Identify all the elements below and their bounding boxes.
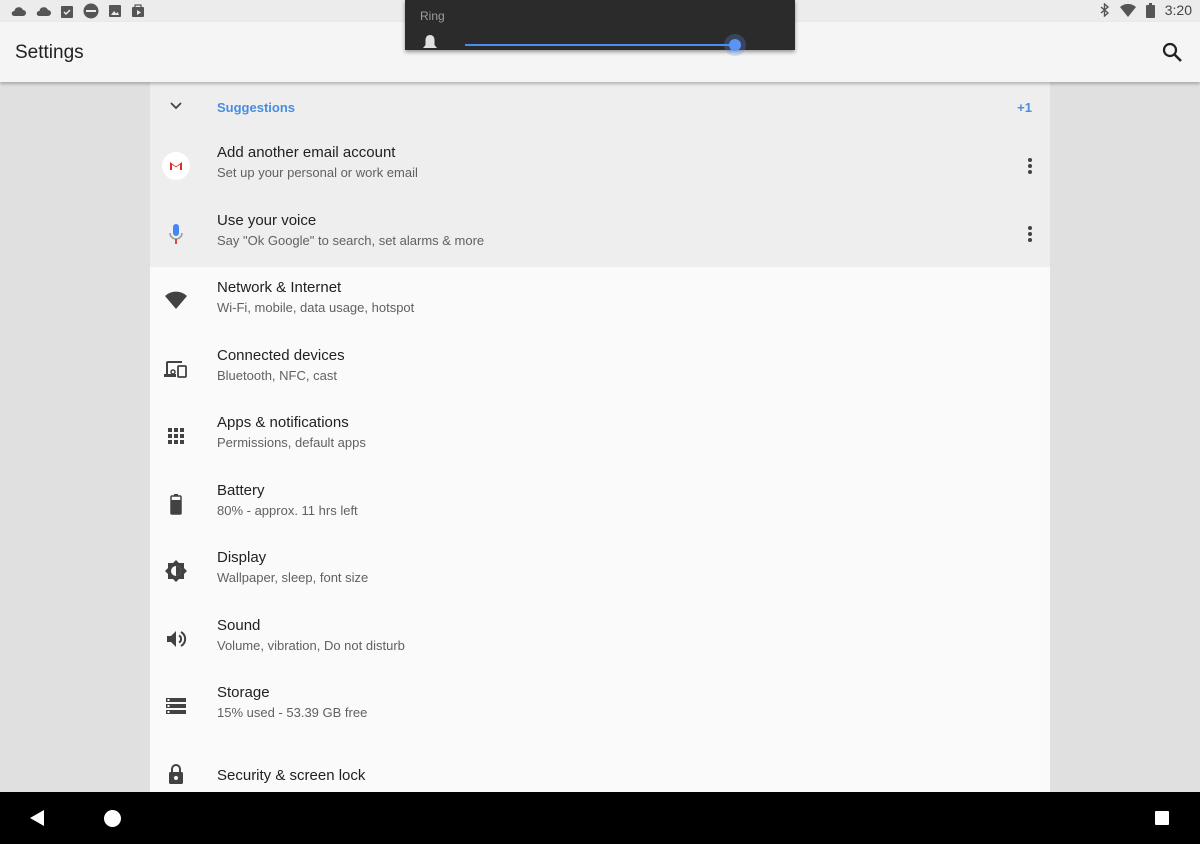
settings-item-sound[interactable]: Sound Volume, vibration, Do not disturb [150, 605, 1050, 673]
clipboard-check-icon [61, 6, 73, 18]
home-icon[interactable] [104, 810, 121, 827]
volume-stream-label: Ring [420, 9, 445, 23]
volume-panel: Ring [405, 0, 795, 51]
brightness-icon [165, 560, 187, 582]
settings-item-connected-devices[interactable]: Connected devices Bluetooth, NFC, cast [150, 335, 1050, 403]
wifi-icon [1119, 3, 1136, 17]
suggestion-use-voice[interactable]: Use your voice Say "Ok Google" to search… [150, 200, 1050, 268]
lock-icon [169, 763, 183, 784]
system-icons: 3:20 [1100, 2, 1192, 18]
settings-item-title: Display [217, 549, 267, 566]
clock: 3:20 [1164, 2, 1192, 18]
settings-item-battery[interactable]: Battery 80% - approx. 11 hrs left [150, 470, 1050, 538]
settings-item-subtitle: 15% used - 53.39 GB free [217, 705, 368, 720]
settings-item-subtitle: Permissions, default apps [217, 435, 366, 450]
bell-icon[interactable] [422, 34, 438, 50]
page-title: Settings [15, 42, 84, 63]
image-icon [109, 5, 121, 17]
search-icon[interactable] [1160, 40, 1184, 64]
devices-icon [164, 360, 187, 378]
mic-icon [169, 223, 183, 244]
navigation-bar [0, 792, 1200, 844]
cloud-icon [11, 7, 26, 16]
volume-icon [167, 630, 187, 647]
suggestion-subtitle: Say "Ok Google" to search, set alarms & … [217, 232, 485, 248]
suggestion-title: Add another email account [217, 144, 396, 161]
volume-slider-thumb[interactable] [729, 39, 741, 51]
suggestions-title: Suggestions [217, 100, 296, 115]
suggestions-section: Suggestions +1 Add another email account… [150, 82, 1050, 267]
settings-item-title: Storage [217, 684, 270, 701]
storage-icon [166, 698, 186, 714]
battery-icon [1145, 2, 1155, 18]
settings-item-title: Battery [217, 481, 265, 499]
settings-item-title: Connected devices [217, 346, 345, 364]
settings-item-subtitle: Wallpaper, sleep, font size [217, 570, 369, 585]
settings-list: Suggestions +1 Add another email account… [150, 82, 1050, 792]
notification-icons [10, 3, 145, 19]
recents-icon[interactable] [1155, 811, 1169, 825]
suggestion-subtitle: Set up your personal or work email [217, 165, 418, 180]
settings-item-apps[interactable]: Apps & notifications Permissions, defaul… [150, 402, 1050, 470]
cloud-icon [36, 7, 51, 16]
settings-item-subtitle: Volume, vibration, Do not disturb [217, 637, 405, 653]
settings-item-title: Network & Internet [217, 279, 342, 296]
settings-item-subtitle: Wi-Fi, mobile, data usage, hotspot [217, 300, 415, 315]
settings-item-storage[interactable]: Storage 15% used - 53.39 GB free [150, 672, 1050, 740]
suggestion-email-account[interactable]: Add another email account Set up your pe… [150, 132, 1050, 200]
bluetooth-icon [1100, 3, 1109, 17]
more-vert-icon[interactable] [1024, 154, 1036, 178]
back-icon[interactable] [28, 809, 46, 827]
settings-item-display[interactable]: Display Wallpaper, sleep, font size [150, 537, 1050, 605]
suggestions-header[interactable]: Suggestions +1 [150, 82, 1050, 132]
battery-icon [170, 493, 182, 515]
settings-item-network[interactable]: Network & Internet Wi-Fi, mobile, data u… [150, 267, 1050, 335]
settings-item-subtitle: Bluetooth, NFC, cast [217, 367, 337, 383]
settings-item-title: Apps & notifications [217, 414, 349, 431]
gmail-icon [162, 152, 190, 180]
cloud-badge-icon [83, 3, 99, 19]
volume-slider-track[interactable] [465, 44, 735, 46]
settings-item-security[interactable]: Security & screen lock [150, 740, 1050, 793]
chevron-down-icon[interactable] [169, 99, 183, 113]
apps-grid-icon [168, 428, 184, 444]
settings-item-title: Security & screen lock [217, 766, 366, 784]
suggestion-title: Use your voice [217, 211, 317, 229]
wifi-icon [165, 291, 187, 309]
settings-item-subtitle: 80% - approx. 11 hrs left [217, 502, 358, 518]
settings-item-title: Sound [217, 616, 261, 634]
suggestions-count: +1 [1017, 100, 1032, 115]
more-vert-icon[interactable] [1024, 222, 1036, 246]
play-store-icon [132, 4, 144, 17]
